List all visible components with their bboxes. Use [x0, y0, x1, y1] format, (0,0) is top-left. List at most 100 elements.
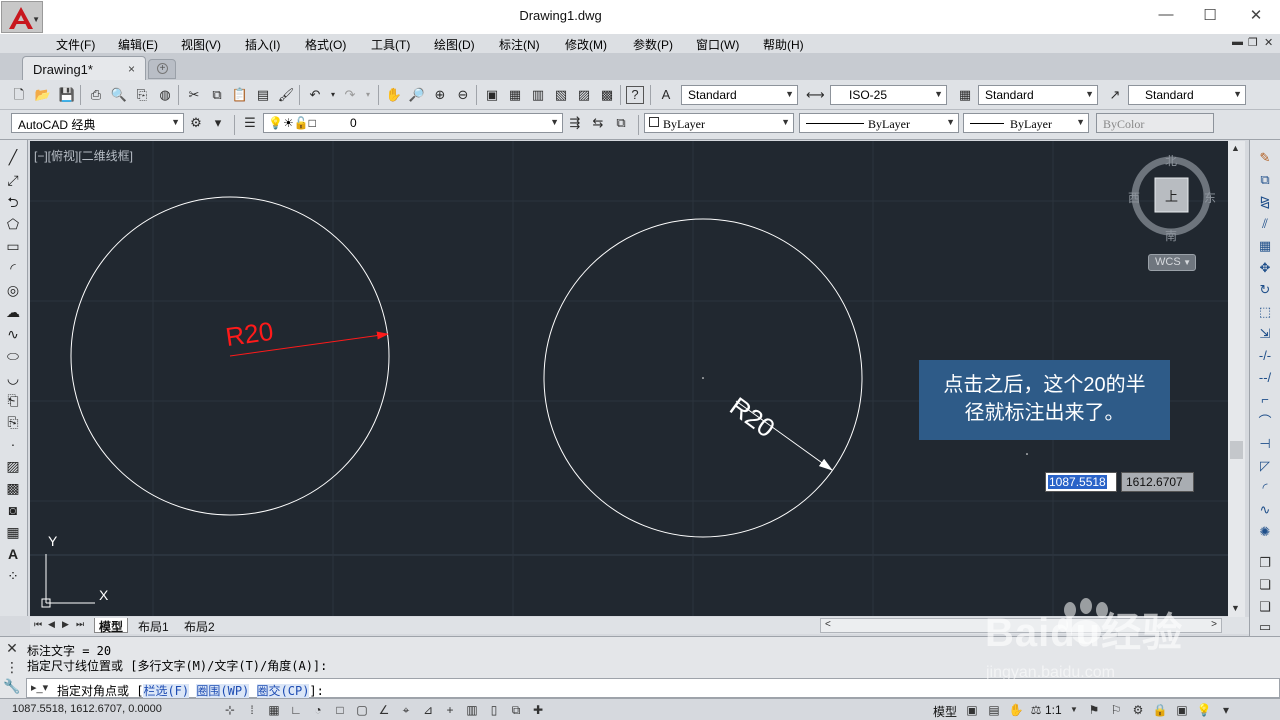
multileader-style-icon[interactable]: ↗ [1106, 86, 1124, 104]
multileader-style-select[interactable]: Standard ▼ [1128, 85, 1246, 105]
copy-icon[interactable]: ⧉ [208, 86, 226, 104]
chevron-down-icon[interactable]: ▼ [1065, 701, 1083, 719]
menu-window[interactable]: 窗口(W) [696, 36, 739, 53]
fillet-icon[interactable]: ◜ [1255, 479, 1275, 497]
grid-display-icon[interactable]: ▦ [265, 701, 283, 719]
paste-icon[interactable]: 📋 [231, 86, 249, 104]
menu-view[interactable]: 视图(V) [181, 36, 221, 53]
make-object-layer-current-icon[interactable]: ⇶ [566, 114, 584, 132]
undo-dropdown-icon[interactable]: ▾ [324, 86, 342, 104]
trim-icon[interactable]: -/- [1255, 347, 1275, 365]
prev-layout-icon[interactable]: ◀ [48, 619, 55, 630]
lineweight-icon[interactable]: + [441, 701, 459, 719]
print-preview-icon[interactable]: 🔍 [110, 86, 128, 104]
workspace-switching-gear-icon[interactable]: ⚙ [1129, 701, 1147, 719]
infer-constraints-icon[interactable]: ⊹ [221, 701, 239, 719]
properties-icon[interactable]: ▣ [483, 86, 501, 104]
ellipse-arc-icon[interactable]: ◡ [4, 369, 22, 387]
send-to-back-icon[interactable]: ❑ [1255, 598, 1275, 616]
polar-tracking-icon[interactable]: ◔ [309, 701, 327, 719]
polygon-icon[interactable]: ⬠ [4, 215, 22, 233]
save-icon[interactable]: 💾 [58, 86, 76, 104]
close-window-button[interactable]: ✕ [1241, 6, 1271, 24]
menu-dimension[interactable]: 标注(N) [499, 36, 540, 53]
vertical-scrollbar[interactable]: ▲ ▼ [1228, 141, 1245, 618]
text-style-select[interactable]: Standard ▼ [681, 85, 798, 105]
markup-icon[interactable]: ▨ [575, 86, 593, 104]
tab-layout1[interactable]: 布局1 [134, 618, 173, 634]
mirror-icon[interactable]: ⧎ [1255, 193, 1275, 211]
clean-screen-icon[interactable]: ▾ [1217, 701, 1235, 719]
text-to-front-icon[interactable]: ▭ [1255, 618, 1275, 636]
dimension-style-icon[interactable]: ⟷ [806, 86, 825, 104]
text-style-icon[interactable]: A [657, 86, 675, 104]
cut-icon[interactable]: ✂ [185, 86, 203, 104]
snap-mode-icon[interactable]: ⁞ [243, 701, 261, 719]
viewcube-face-label[interactable]: 上 [1165, 186, 1178, 205]
hardware-acceleration-icon[interactable]: ▣ [1173, 701, 1191, 719]
multiline-text-icon[interactable]: A [4, 545, 22, 563]
quick-properties-icon[interactable]: ▯ [485, 701, 503, 719]
annotation-scale-icon[interactable]: ⚖ [1027, 701, 1045, 719]
new-tab-button[interactable]: + [148, 59, 176, 79]
gradient-icon[interactable]: ▩ [4, 479, 22, 497]
3d-dwf-icon[interactable]: ◍ [156, 86, 174, 104]
menu-modify[interactable]: 修改(M) [565, 36, 607, 53]
linetype-select[interactable]: ByLayer ▼ [799, 113, 959, 133]
erase-icon[interactable]: ✎ [1255, 149, 1275, 167]
menu-draw[interactable]: 绘图(D) [434, 36, 475, 53]
selection-cycling-icon[interactable]: ⧉ [507, 701, 525, 719]
vertical-scroll-thumb[interactable] [1230, 441, 1243, 459]
pan-hand-icon[interactable]: ✋ [385, 86, 403, 104]
redo-dropdown-icon[interactable]: ▾ [359, 86, 377, 104]
zoom-previous-icon[interactable]: ⊖ [454, 86, 472, 104]
dynamic-input-x[interactable]: 1087.5518 [1045, 472, 1117, 492]
chamfer-icon[interactable]: ◸ [1255, 457, 1275, 475]
keyword-cpolygon[interactable]: 圈交(CP) [256, 684, 310, 698]
command-options-icon[interactable]: ⋮ [3, 659, 21, 677]
construction-line-icon[interactable]: ⤢ [4, 171, 22, 189]
workspace-select[interactable]: AutoCAD 经典 ▼ [11, 113, 184, 133]
scroll-up-icon[interactable]: ▲ [1231, 143, 1240, 153]
circle-icon[interactable]: ◎ [4, 281, 22, 299]
compass-north-label[interactable]: 北 [1165, 152, 1177, 169]
compass-west-label[interactable]: 西 [1128, 189, 1140, 206]
paste-special-icon[interactable]: ▤ [254, 86, 272, 104]
customize-wrench-icon[interactable]: 🔧 [3, 678, 21, 696]
lock-ui-icon[interactable]: 🔒 [1151, 701, 1169, 719]
pan-status-icon[interactable]: ✋ [1007, 701, 1025, 719]
undo-icon[interactable]: ↶ [306, 86, 324, 104]
annotation-visibility-icon[interactable]: ⚑ [1085, 701, 1103, 719]
color-select[interactable]: ByLayer ▼ [644, 113, 794, 133]
array-icon[interactable]: ▦ [1255, 237, 1275, 255]
workspace-settings-icon[interactable]: ▾ [209, 114, 227, 132]
dynamic-input-icon[interactable]: ⊿ [419, 701, 437, 719]
ellipse-icon[interactable]: ⬭ [4, 347, 22, 365]
offset-icon[interactable]: ⫽ [1255, 215, 1275, 233]
zoom-window-icon[interactable]: ⊕ [431, 86, 449, 104]
make-block-icon[interactable]: ⎘ [4, 413, 22, 431]
menu-file[interactable]: 文件(F) [56, 36, 95, 53]
menu-format[interactable]: 格式(O) [305, 36, 346, 53]
layer-previous-icon[interactable]: ⇆ [589, 114, 607, 132]
compass-south-label[interactable]: 南 [1165, 227, 1177, 244]
dynamic-input-y[interactable]: 1612.6707 [1121, 472, 1194, 492]
stretch-icon[interactable]: ⇲ [1255, 325, 1275, 343]
copy-object-icon[interactable]: ⧉ [1255, 171, 1275, 189]
point-icon[interactable]: · [4, 435, 22, 453]
minimize-button[interactable]: — [1151, 6, 1181, 23]
menu-edit[interactable]: 编辑(E) [118, 36, 158, 53]
dynamic-ucs-icon[interactable]: ⌖ [397, 701, 415, 719]
mdi-minimize-icon[interactable]: ▬ [1232, 36, 1243, 48]
bring-to-front-icon[interactable]: ❏ [1255, 576, 1275, 594]
workspace-settings-gear-icon[interactable]: ⚙ [187, 114, 205, 132]
design-center-icon[interactable]: ▦ [506, 86, 524, 104]
object-snap-tracking-icon[interactable]: ∠ [375, 701, 393, 719]
annotation-monitor-icon[interactable]: ✚ [529, 701, 547, 719]
isolate-objects-icon[interactable]: 💡 [1195, 701, 1213, 719]
move-icon[interactable]: ✥ [1255, 259, 1275, 277]
scroll-down-icon[interactable]: ▼ [1231, 603, 1240, 613]
layer-properties-icon[interactable]: ☰ [241, 114, 259, 132]
menu-help[interactable]: 帮助(H) [763, 36, 804, 53]
keyword-fence[interactable]: 栏选(F) [143, 684, 190, 698]
